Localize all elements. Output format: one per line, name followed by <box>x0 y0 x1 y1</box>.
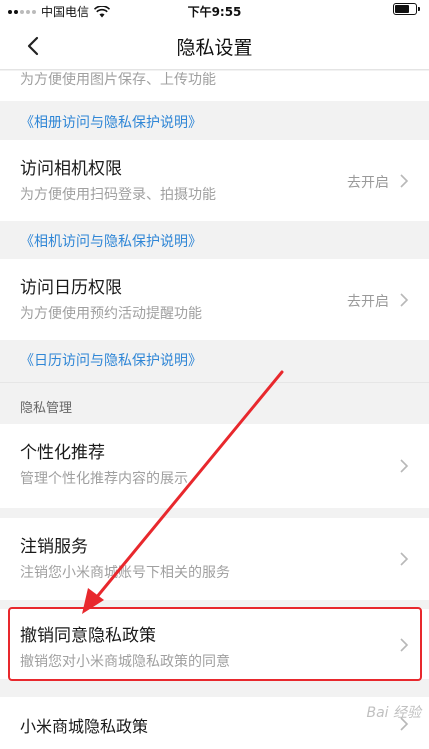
watermark: Bai 经验 <box>366 705 421 721</box>
revoke-privacy-consent-row[interactable]: 撤销同意隐私政策 撤销您对小米商城隐私政策的同意 <box>0 609 429 679</box>
chevron-right-icon <box>400 293 409 307</box>
chevron-right-icon <box>400 638 409 652</box>
personalized-recommendation-row[interactable]: 个性化推荐 管理个性化推荐内容的展示 <box>0 424 429 508</box>
revoke-desc: 撤销您对小米商城隐私政策的同意 <box>20 654 230 670</box>
camera-permission-title: 访问相机权限 <box>20 159 122 179</box>
calendar-permission-row[interactable]: 访问日历权限 为方便使用预约活动提醒功能 去开启 <box>0 259 429 340</box>
calendar-privacy-link[interactable]: 《日历访问与隐私保护说明》 <box>20 350 202 370</box>
cancel-service-title: 注销服务 <box>20 537 88 557</box>
cancel-service-desc: 注销您小米商城账号下相关的服务 <box>20 565 230 581</box>
privacy-policy-row[interactable]: 小米商城隐私政策 <box>0 697 429 749</box>
camera-privacy-link[interactable]: 《相机访问与隐私保护说明》 <box>20 231 202 251</box>
chevron-right-icon <box>400 552 409 566</box>
section-header-privacy: 隐私管理 <box>0 382 429 424</box>
personalized-desc: 管理个性化推荐内容的展示 <box>20 471 188 487</box>
photo-permission-row[interactable]: 为方便使用图片保存、上传功能 <box>0 71 429 101</box>
status-right <box>393 3 420 15</box>
photo-privacy-link[interactable]: 《相册访问与隐私保护说明》 <box>20 112 202 132</box>
camera-privacy-link-row: 《相机访问与隐私保护说明》 <box>0 221 429 259</box>
camera-permission-desc: 为方便使用扫码登录、拍摄功能 <box>20 187 216 203</box>
photo-permission-desc: 为方便使用图片保存、上传功能 <box>20 72 216 88</box>
section-title: 隐私管理 <box>20 401 73 416</box>
calendar-enable-action[interactable]: 去开启 <box>347 291 389 311</box>
cancel-service-row[interactable]: 注销服务 注销您小米商城账号下相关的服务 <box>0 518 429 600</box>
chevron-right-icon <box>400 174 409 188</box>
battery-icon <box>393 3 420 15</box>
status-bar: 中国电信 下午9:55 <box>0 0 429 22</box>
calendar-permission-title: 访问日历权限 <box>20 278 122 298</box>
personalized-title: 个性化推荐 <box>20 443 105 463</box>
page-title: 隐私设置 <box>176 37 253 59</box>
revoke-title: 撤销同意隐私政策 <box>20 626 156 646</box>
status-time: 下午9:55 <box>187 5 242 19</box>
privacy-policy-title: 小米商城隐私政策 <box>20 717 149 736</box>
calendar-permission-desc: 为方便使用预约活动提醒功能 <box>20 306 202 322</box>
nav-bar: 隐私设置 <box>0 22 429 70</box>
chevron-right-icon <box>400 459 409 473</box>
camera-enable-action[interactable]: 去开启 <box>347 172 389 192</box>
photo-privacy-link-row: 《相册访问与隐私保护说明》 <box>0 102 429 140</box>
camera-permission-row[interactable]: 访问相机权限 为方便使用扫码登录、拍摄功能 去开启 <box>0 140 429 221</box>
calendar-privacy-link-row: 《日历访问与隐私保护说明》 <box>0 340 429 378</box>
